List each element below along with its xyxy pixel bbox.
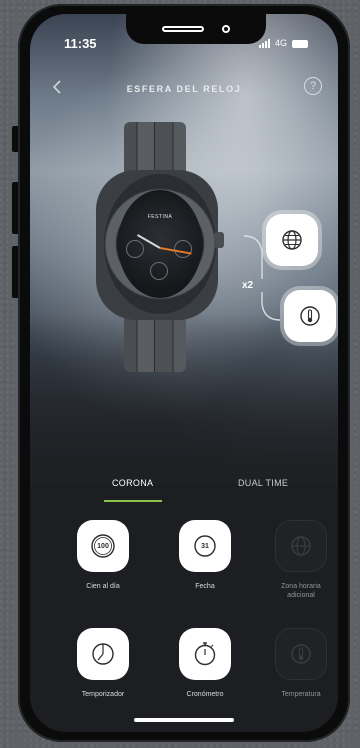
thermometer-icon	[275, 628, 327, 680]
function-zona-horaria[interactable]: Zona horaria adicional	[256, 520, 338, 600]
globe-icon	[282, 230, 302, 250]
function-label: Cien al día	[86, 583, 120, 590]
function-label: Temperatura	[281, 691, 321, 698]
globe-icon-graphic	[291, 536, 311, 556]
phone-frame: 11:35 4G ESFERA DEL RELOJ ? FESTINA x2 C…	[18, 4, 350, 742]
date-icon-text: 31	[201, 542, 209, 550]
function-label: Zona horaria adicional	[281, 583, 321, 599]
feature-globe-bubble[interactable]	[266, 214, 318, 266]
function-cronometro[interactable]: Cronómetro	[160, 628, 250, 699]
feature-thermometer-bubble[interactable]	[284, 290, 336, 342]
timer-icon-graphic	[92, 643, 114, 665]
function-label: Temporizador	[81, 691, 125, 698]
timer-icon	[77, 628, 129, 680]
stopwatch-icon	[179, 628, 231, 680]
date-icon: 31	[179, 520, 231, 572]
stopwatch-icon-graphic	[194, 642, 216, 666]
app-screen: 11:35 4G ESFERA DEL RELOJ ? FESTINA x2 C…	[30, 14, 338, 732]
function-label: Cronómetro	[186, 691, 224, 698]
tab-active-indicator	[104, 500, 162, 502]
100-icon: 100	[77, 520, 129, 572]
home-indicator[interactable]	[134, 718, 234, 722]
feature-multiplier: x2	[242, 280, 254, 291]
100-icon-text: 100	[97, 542, 109, 550]
function-label: Fecha	[195, 583, 215, 590]
tab-dual-time[interactable]: DUAL TIME	[238, 478, 288, 488]
globe-icon	[275, 520, 327, 572]
function-temporizador[interactable]: Temporizador	[58, 628, 148, 699]
thermometer-icon	[300, 306, 320, 326]
function-cien-al-dia[interactable]: 100 Cien al día	[58, 520, 148, 591]
function-fecha[interactable]: 31 Fecha	[160, 520, 250, 591]
function-temperatura[interactable]: Temperatura	[256, 628, 338, 699]
thermometer-icon-graphic	[291, 644, 311, 664]
tab-corona[interactable]: CORONA	[112, 478, 153, 488]
